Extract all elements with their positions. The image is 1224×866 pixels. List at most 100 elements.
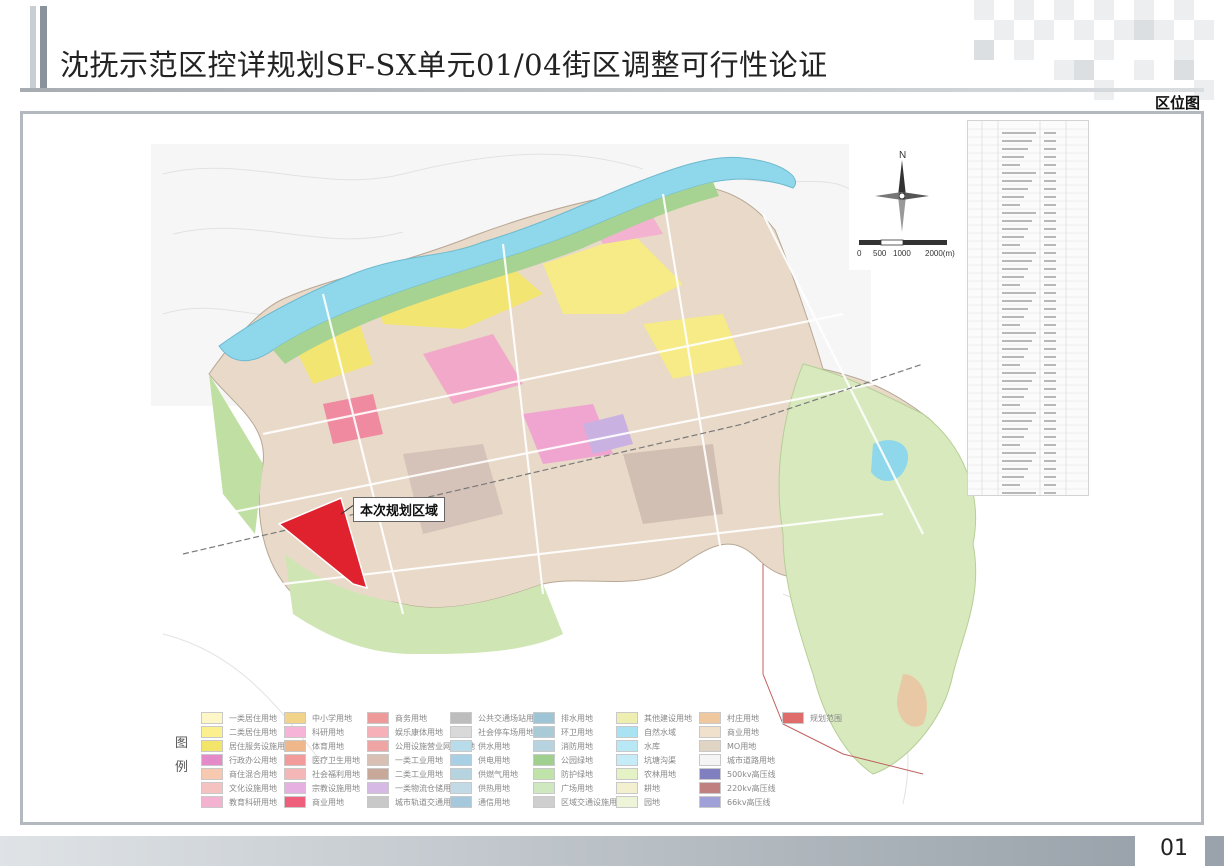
- legend-swatch: [616, 796, 638, 808]
- legend-label: MO用地: [727, 741, 757, 751]
- legend-item: 村庄用地: [699, 712, 759, 724]
- legend-item: 农林用地: [616, 768, 676, 780]
- legend-item: 公园绿地: [533, 754, 593, 766]
- map-legend: 一类居住用地二类居住用地居住服务设施用地行政办公用地 商住混合用地文化设施用地教育…: [201, 712, 1091, 812]
- scale-label-500: 500: [873, 249, 887, 258]
- legend-label: 行政办公用地: [229, 755, 277, 765]
- legend-item: 供燃气用地: [450, 768, 518, 780]
- legend-label: 社会福利用地: [312, 769, 360, 779]
- legend-swatch: [616, 782, 638, 794]
- legend-item: 供电用地: [450, 754, 510, 766]
- legend-label: 公园绿地: [561, 755, 593, 765]
- compass-icon: [875, 160, 929, 232]
- legend-swatch: [367, 712, 389, 724]
- legend-swatch: [616, 754, 638, 766]
- legend-item: 教育科研用地: [201, 796, 277, 808]
- legend-item: 500kv高压线: [699, 768, 776, 780]
- legend-swatch: [367, 726, 389, 738]
- legend-item: 二类居住用地: [201, 726, 277, 738]
- legend-label: 广场用地: [561, 783, 593, 793]
- planning-area-callout: 本次规划区域: [353, 497, 446, 522]
- legend-label: 66kv高压线: [727, 797, 771, 807]
- legend-swatch: [533, 712, 555, 724]
- legend-heading-1: 图: [175, 736, 189, 751]
- legend-item: 宗教设施用地: [284, 782, 360, 794]
- legend-label: 规划范围: [810, 713, 842, 723]
- legend-item: 居住服务设施用地: [201, 740, 293, 752]
- legend-item: 自然水域: [616, 726, 676, 738]
- legend-item: 公共交通场站用地: [450, 712, 542, 724]
- legend-label: 娱乐康体用地: [395, 727, 443, 737]
- legend-swatch: [284, 754, 306, 766]
- land-use-table: [967, 120, 1089, 496]
- legend-item: 环卫用地: [533, 726, 593, 738]
- legend-label: 商住混合用地: [229, 769, 277, 779]
- legend-label: 水库: [644, 741, 660, 751]
- legend-item: 商住混合用地: [201, 768, 277, 780]
- legend-item: 通信用地: [450, 796, 510, 808]
- legend-item: 一类工业用地: [367, 754, 443, 766]
- legend-label: 供热用地: [478, 783, 510, 793]
- legend-item: 商业用地: [284, 796, 344, 808]
- legend-item: 商业用地: [699, 726, 759, 738]
- legend-swatch: [533, 726, 555, 738]
- legend-swatch: [284, 712, 306, 724]
- legend-label: 村庄用地: [727, 713, 759, 723]
- legend-swatch: [699, 754, 721, 766]
- legend-label: 科研用地: [312, 727, 344, 737]
- legend-label: 环卫用地: [561, 727, 593, 737]
- legend-label: 一类居住用地: [229, 713, 277, 723]
- footer-bar-end: [1205, 836, 1224, 866]
- legend-item: 城市轨道交通用地: [367, 796, 459, 808]
- legend-label: 防护绿地: [561, 769, 593, 779]
- legend-swatch: [450, 740, 472, 752]
- page-subtitle: 区位图: [1154, 94, 1200, 112]
- page-number: 01: [1145, 832, 1203, 866]
- legend-label: 其他建设用地: [644, 713, 692, 723]
- legend-label: 供水用地: [478, 741, 510, 751]
- legend-item: 体育用地: [284, 740, 344, 752]
- legend-label: 教育科研用地: [229, 797, 277, 807]
- legend-label: 220kv高压线: [727, 783, 776, 793]
- legend-swatch: [533, 754, 555, 766]
- legend-item: 220kv高压线: [699, 782, 776, 794]
- title-accent-light: [30, 6, 36, 88]
- legend-swatch: [201, 782, 223, 794]
- legend-swatch: [699, 740, 721, 752]
- legend-swatch: [450, 712, 472, 724]
- legend-swatch: [450, 726, 472, 738]
- north-letter: N: [899, 150, 906, 161]
- legend-swatch: [201, 754, 223, 766]
- title-rule: [20, 88, 1204, 92]
- legend-swatch: [699, 796, 721, 808]
- legend-label: 耕地: [644, 783, 660, 793]
- legend-swatch: [284, 740, 306, 752]
- legend-item: 医疗卫生用地: [284, 754, 360, 766]
- legend-label: 社会停车场用地: [478, 727, 534, 737]
- legend-swatch: [284, 796, 306, 808]
- legend-label: 农林用地: [644, 769, 676, 779]
- legend-label: 消防用地: [561, 741, 593, 751]
- legend-swatch: [201, 768, 223, 780]
- footer-bar: [0, 836, 1135, 866]
- legend-item: 中小学用地: [284, 712, 352, 724]
- page-title: 沈抚示范区控详规划SF-SX单元01/04街区调整可行性论证: [60, 48, 828, 82]
- legend-swatch: [201, 796, 223, 808]
- legend-swatch: [450, 768, 472, 780]
- scale-bar: [859, 239, 947, 246]
- legend-swatch: [367, 768, 389, 780]
- legend-item: 坑塘沟渠: [616, 754, 676, 766]
- legend-item: 一类物流仓储用地: [367, 782, 459, 794]
- legend-swatch: [616, 712, 638, 724]
- legend-item: 文化设施用地: [201, 782, 277, 794]
- legend-item: 一类居住用地: [201, 712, 277, 724]
- legend-item: 防护绿地: [533, 768, 593, 780]
- legend-item: MO用地: [699, 740, 756, 752]
- legend-label: 宗教设施用地: [312, 783, 360, 793]
- legend-item: 城市道路用地: [699, 754, 775, 766]
- legend-label: 排水用地: [561, 713, 593, 723]
- legend-label: 供燃气用地: [478, 769, 518, 779]
- legend-item: 消防用地: [533, 740, 593, 752]
- legend-swatch: [284, 726, 306, 738]
- legend-label: 通信用地: [478, 797, 510, 807]
